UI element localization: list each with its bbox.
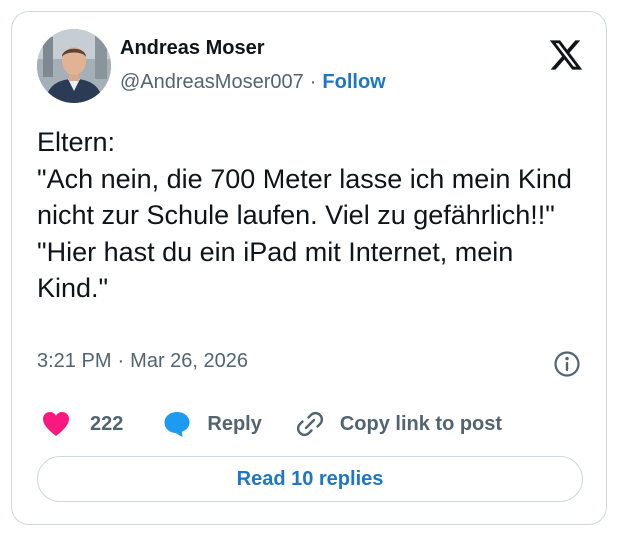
copy-link-label: Copy link to post	[339, 412, 503, 435]
post-date: Mar 26, 2026	[130, 350, 249, 372]
timestamp-separator: ·	[117, 350, 125, 372]
like-count: 222	[90, 412, 124, 435]
follow-button[interactable]: Follow	[322, 71, 385, 93]
copy-link-button[interactable]: Copy link to post	[296, 410, 502, 438]
like-button[interactable]: 222	[37, 411, 123, 437]
heart-icon	[43, 412, 69, 436]
author-handle-row: @AndreasMoser007 · Follow	[120, 71, 386, 94]
author-name[interactable]: Andreas Moser	[120, 37, 265, 60]
info-icon[interactable]	[553, 350, 581, 378]
speech-bubble-icon	[164, 412, 190, 437]
x-logo-icon[interactable]	[548, 37, 584, 73]
reply-label: Reply	[207, 412, 262, 435]
post-time: 3:21 PM	[37, 350, 112, 372]
post-card: Andreas Moser @AndreasMoser007 · Follow El…	[11, 11, 607, 525]
post-timestamp[interactable]: 3:21 PM · Mar 26, 2026	[37, 350, 248, 373]
author-handle[interactable]: @AndreasMoser007	[120, 71, 304, 93]
handle-separator: ·	[309, 71, 317, 93]
read-replies-button[interactable]: Read 10 replies	[37, 456, 583, 502]
link-icon	[296, 411, 323, 437]
avatar[interactable]	[37, 29, 111, 103]
post-text: Eltern: "Ach nein, die 700 Meter lasse i…	[37, 127, 572, 303]
reply-button[interactable]: Reply	[163, 410, 262, 438]
action-bar: 222 Reply Copy link to post	[37, 410, 502, 438]
